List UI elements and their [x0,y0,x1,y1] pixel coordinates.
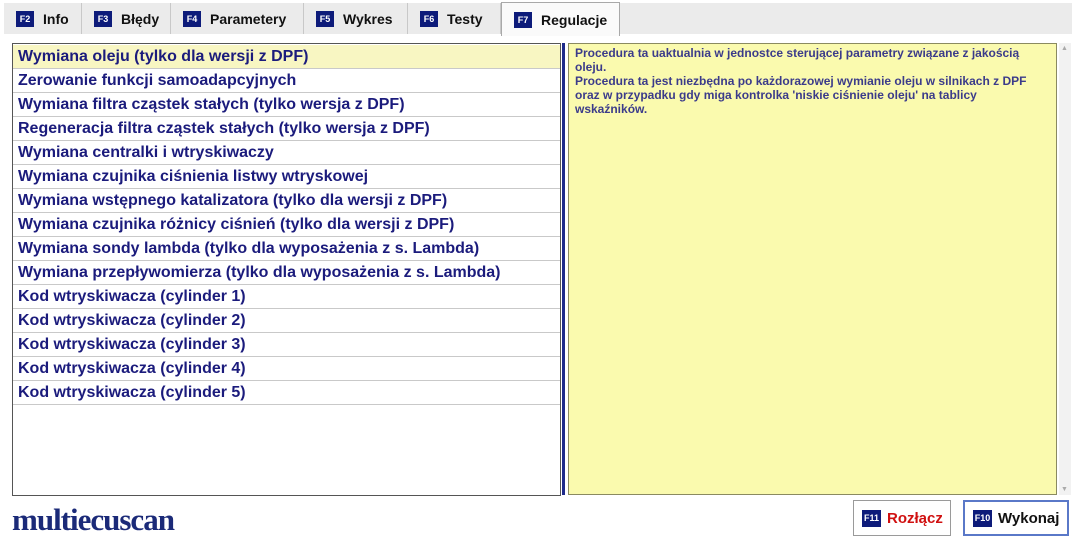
list-item[interactable]: Wymiana centralki i wtryskiwaczy [13,141,560,165]
description-scrollbar[interactable]: ▲ ▼ [1059,43,1071,495]
list-item[interactable]: Regeneracja filtra cząstek stałych (tylk… [13,117,560,141]
list-item-label: Wymiana przepływomierza (tylko dla wypos… [18,263,501,281]
description-text-2: Procedura ta jest niezbędna po każdorazo… [575,74,1027,116]
description-divider [562,43,565,495]
f11-key-badge: F11 [862,509,881,527]
f3-key-badge: F3 [94,10,112,27]
list-item-label: Kod wtryskiwacza (cylinder 5) [18,383,246,401]
list-item[interactable]: Wymiana czujnika różnicy ciśnień (tylko … [13,213,560,237]
list-item[interactable]: Wymiana filtra cząstek stałych (tylko we… [13,93,560,117]
list-item[interactable]: Kod wtryskiwacza (cylinder 2) [13,309,560,333]
execute-button[interactable]: F10 Wykonaj [963,500,1069,536]
list-item-label: Wymiana oleju (tylko dla wersji z DPF) [18,47,309,65]
tab-bar: F2 Info F3 Błędy F4 Parametery F5 Wykres… [0,0,1072,36]
list-item[interactable]: Kod wtryskiwacza (cylinder 5) [13,381,560,405]
multiecuscan-logo: multiecuscan [12,502,175,537]
list-item-label: Kod wtryskiwacza (cylinder 2) [18,311,246,329]
list-item[interactable]: Zerowanie funkcji samoadapcyjnych [13,69,560,93]
f2-key-badge: F2 [16,10,34,27]
list-item-label: Wymiana czujnika ciśnienia listwy wtrysk… [18,167,369,185]
tab-bledy-label: Błędy [121,10,160,27]
disconnect-button[interactable]: F11 Rozłącz [853,500,951,536]
tab-parametery[interactable]: F4 Parametery [171,3,304,34]
tab-regulacje-label: Regulacje [541,11,608,28]
list-item-label: Wymiana centralki i wtryskiwaczy [18,143,274,161]
list-item-label: Kod wtryskiwacza (cylinder 1) [18,287,246,305]
tab-wykres-label: Wykres [343,10,393,27]
list-item[interactable]: Kod wtryskiwacza (cylinder 4) [13,357,560,381]
list-item[interactable]: Wymiana wstępnego katalizatora (tylko dl… [13,189,560,213]
tab-regulacje[interactable]: F7 Regulacje [501,2,620,36]
description-panel: Procedura ta uaktualnia w jednostce ster… [562,43,1071,496]
description-box: Procedura ta uaktualnia w jednostce ster… [568,43,1057,495]
list-item-label: Kod wtryskiwacza (cylinder 4) [18,359,246,377]
f10-key-badge: F10 [973,509,992,527]
tab-testy-label: Testy [447,10,483,27]
list-item-label: Wymiana czujnika różnicy ciśnień (tylko … [18,215,455,233]
list-item[interactable]: Kod wtryskiwacza (cylinder 3) [13,333,560,357]
execute-button-label: Wykonaj [998,509,1060,527]
list-item-label: Kod wtryskiwacza (cylinder 3) [18,335,246,353]
list-item-label: Wymiana filtra cząstek stałych (tylko we… [18,95,405,113]
tab-wykres[interactable]: F5 Wykres [304,3,408,34]
list-item-label: Regeneracja filtra cząstek stałych (tylk… [18,119,430,137]
scroll-up-arrow-icon[interactable]: ▲ [1061,45,1068,52]
list-item[interactable]: Kod wtryskiwacza (cylinder 1) [13,285,560,309]
tab-bledy[interactable]: F3 Błędy [82,3,171,34]
list-item[interactable]: Wymiana przepływomierza (tylko dla wypos… [13,261,560,285]
tab-testy[interactable]: F6 Testy [408,3,501,34]
list-item-label: Wymiana wstępnego katalizatora (tylko dl… [18,191,448,209]
list-item-label: Wymiana sondy lambda (tylko dla wyposaże… [18,239,480,257]
tab-bar-fill [620,3,1072,34]
f6-key-badge: F6 [420,10,438,27]
f4-key-badge: F4 [183,10,201,27]
list-item[interactable]: Wymiana czujnika ciśnienia listwy wtrysk… [13,165,560,189]
f7-key-badge: F7 [514,11,532,28]
description-text-1: Procedura ta uaktualnia w jednostce ster… [575,46,1020,74]
tab-info[interactable]: F2 Info [4,3,82,34]
scroll-down-arrow-icon[interactable]: ▼ [1061,486,1068,493]
procedure-list[interactable]: Wymiana oleju (tylko dla wersji z DPF) Z… [12,43,561,496]
f5-key-badge: F5 [316,10,334,27]
list-item[interactable]: Wymiana sondy lambda (tylko dla wyposaże… [13,237,560,261]
tab-info-label: Info [43,10,69,27]
disconnect-button-label: Rozłącz [887,509,943,527]
list-item[interactable]: Wymiana oleju (tylko dla wersji z DPF) [13,45,560,69]
tab-parametery-label: Parametery [210,10,287,27]
list-item-label: Zerowanie funkcji samoadapcyjnych [18,71,297,89]
